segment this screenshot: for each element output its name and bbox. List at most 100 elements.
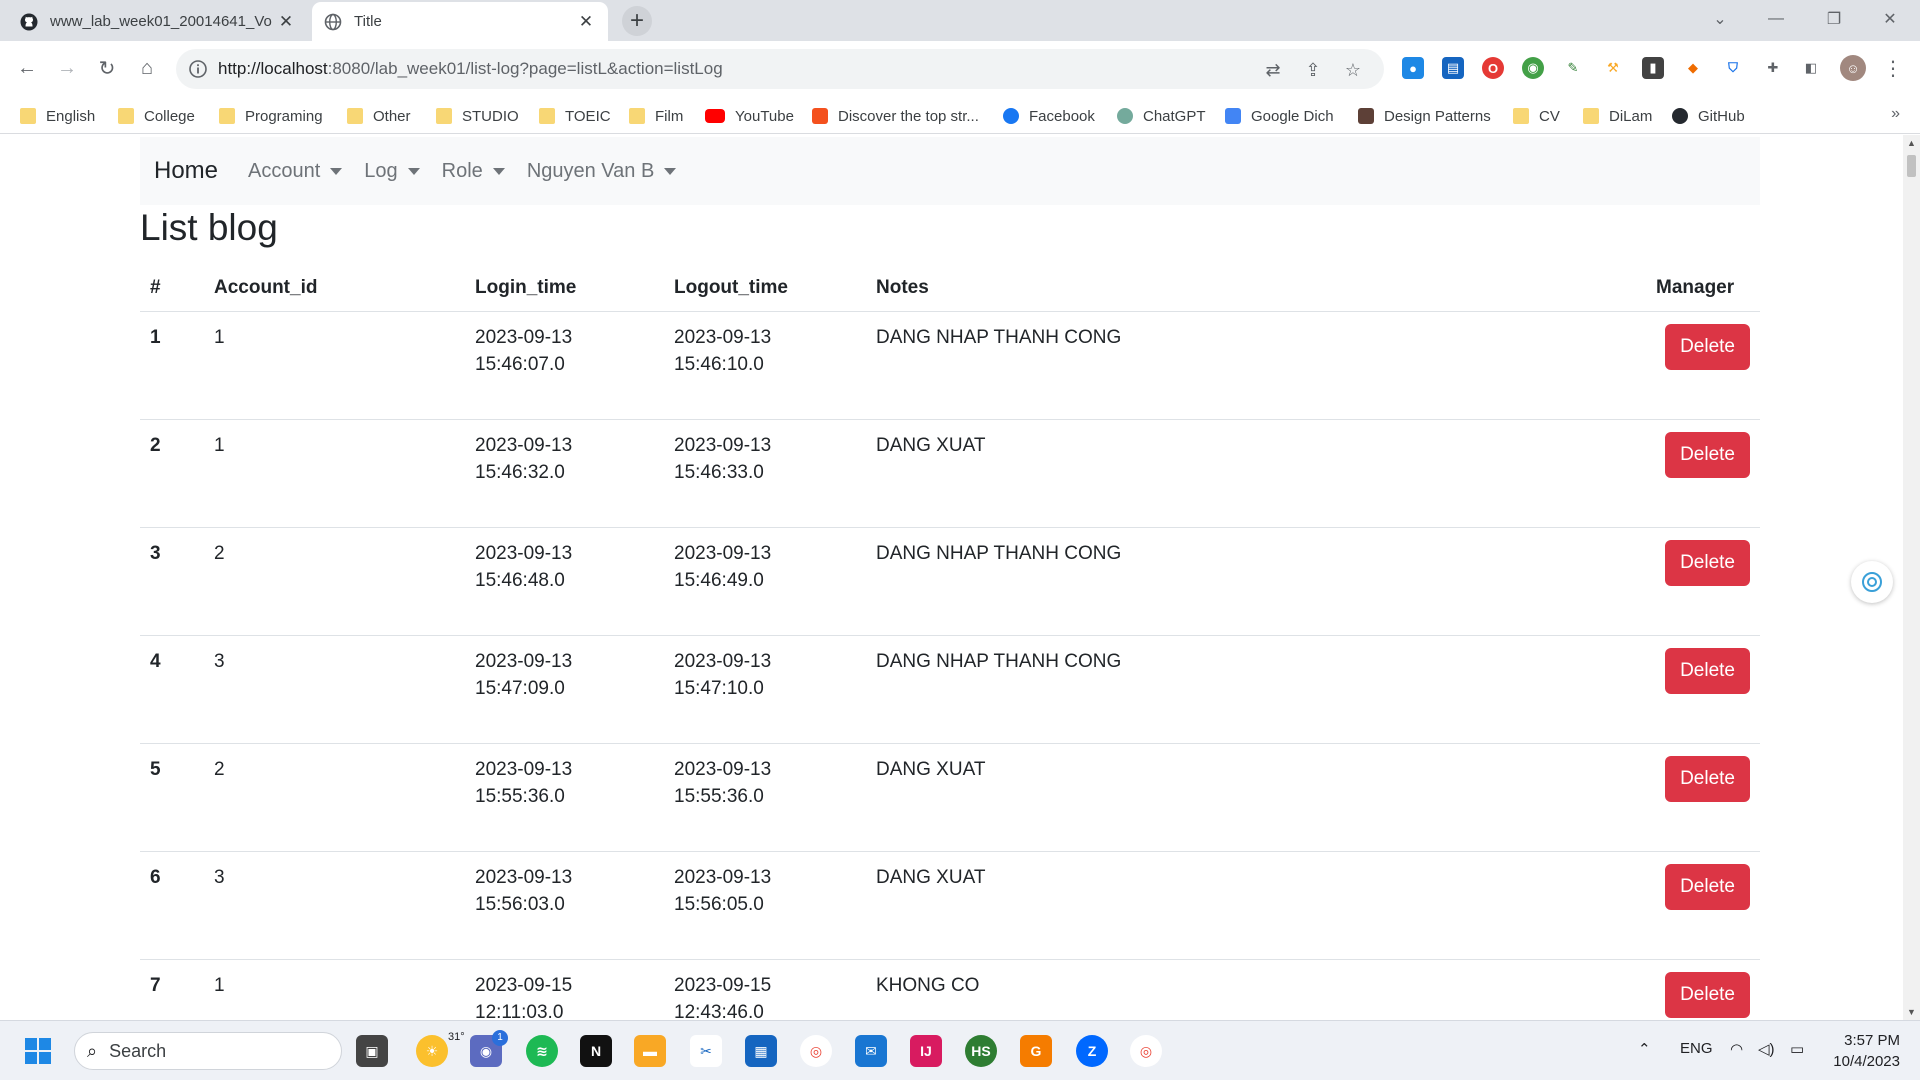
battery-icon[interactable]: ▭ (1790, 1040, 1804, 1058)
close-tab-icon[interactable]: ✕ (576, 12, 596, 32)
forward-icon[interactable]: → (50, 51, 84, 85)
translate-icon[interactable]: ⇄ (1262, 59, 1284, 81)
scrollbar-thumb[interactable] (1907, 155, 1916, 177)
cell-logout-time-value: 15:47:10.0 (674, 677, 764, 699)
zalo-icon[interactable]: Z (1076, 1035, 1108, 1067)
mail-icon[interactable]: ✉ (855, 1035, 887, 1067)
cell-notes: DANG XUAT (866, 851, 1646, 960)
browser-tab-github[interactable]: www_lab_week01_20014641_Vo ✕ (8, 2, 308, 41)
bookmark-design-patterns[interactable]: Design Patterns (1358, 105, 1491, 127)
browser-tab-title[interactable]: Title ✕ (312, 2, 608, 41)
navbar-brand-home[interactable]: Home (154, 157, 218, 185)
bookmarks-bar: English College Programing Other STUDIO … (0, 97, 1920, 134)
delete-button[interactable]: Delete (1665, 431, 1750, 478)
bookmark-programing[interactable]: Programing (219, 105, 323, 127)
bookmark-dilam[interactable]: DiLam (1583, 105, 1652, 127)
tab-search-icon[interactable]: ⌄ (1692, 0, 1748, 38)
delete-button[interactable]: Delete (1665, 647, 1750, 694)
profile-avatar[interactable]: ☺ (1840, 55, 1866, 81)
bookmark-english[interactable]: English (20, 105, 95, 127)
tab-title: Title (354, 13, 382, 30)
bookmark-google-dich[interactable]: Google Dich (1225, 105, 1334, 127)
minimize-icon[interactable]: — (1748, 0, 1804, 38)
hs-app-icon[interactable]: HS (965, 1035, 997, 1067)
bookmark-chatgpt[interactable]: ChatGPT (1117, 105, 1206, 127)
bookmark-college[interactable]: College (118, 105, 195, 127)
shield-icon[interactable]: ⛉ (1722, 57, 1744, 79)
volume-icon[interactable]: ◁) (1758, 1040, 1775, 1058)
address-bar[interactable]: http://localhost:8080/lab_week01/list-lo… (176, 49, 1384, 89)
bookmark-studio[interactable]: STUDIO (436, 105, 519, 127)
reload-icon[interactable]: ↻ (90, 51, 124, 85)
metamask-icon[interactable]: ◆ (1682, 57, 1704, 79)
system-clock[interactable]: 3:57 PM 10/4/2023 (1833, 1030, 1900, 1072)
cell-login-time: 2023-09-13 15:55:36.0 (465, 743, 664, 852)
chatgpt-assistant-icon[interactable] (1851, 561, 1893, 603)
microsoft-store-icon[interactable]: ▦ (745, 1035, 777, 1067)
chrome-icon[interactable]: ◎ (800, 1035, 832, 1067)
weather-icon[interactable]: ☀ (416, 1035, 448, 1067)
windows-start-icon[interactable] (22, 1035, 54, 1067)
show-hidden-icons-icon[interactable]: ⌃ (1638, 1040, 1651, 1058)
home-icon[interactable]: ⌂ (130, 51, 164, 85)
cell-manager: Delete (1646, 527, 1760, 636)
bookmark-facebook[interactable]: Facebook (1003, 105, 1095, 127)
nav-dropdown-role[interactable]: Role (442, 160, 505, 183)
bookmark-github[interactable]: GitHub (1672, 105, 1745, 127)
bookmark-film[interactable]: Film (629, 105, 683, 127)
table-row: 2 1 2023-09-13 15:46:32.0 2023-09-13 15:46:33… (140, 419, 1760, 528)
cell-account-id-value: 1 (214, 434, 225, 456)
extension-drop-icon[interactable]: ● (1402, 57, 1424, 79)
scroll-up-icon[interactable]: ▲ (1903, 135, 1920, 151)
extensions-puzzle-icon[interactable]: ✚ (1762, 57, 1784, 79)
browser-menu-icon[interactable]: ⋮ (1876, 51, 1910, 85)
back-icon[interactable]: ← (10, 51, 44, 85)
close-tab-icon[interactable]: ✕ (276, 12, 296, 32)
restore-icon[interactable]: ❐ (1806, 0, 1862, 38)
extension-tools-icon[interactable]: ⚒ (1602, 57, 1624, 79)
delete-button[interactable]: Delete (1665, 539, 1750, 586)
nav-dropdown-log[interactable]: Log (364, 160, 420, 183)
bookmark-cv[interactable]: CV (1513, 105, 1560, 127)
delete-button[interactable]: Delete (1665, 755, 1750, 802)
extension-opera-icon[interactable]: O (1482, 57, 1504, 79)
intellij-icon[interactable]: IJ (910, 1035, 942, 1067)
more-bookmarks-icon[interactable]: » (1891, 105, 1900, 123)
task-view-icon[interactable]: ▣ (356, 1035, 388, 1067)
chrome-icon[interactable]: ◎ (1130, 1035, 1162, 1067)
extension-pen-icon[interactable]: ✎ (1562, 57, 1584, 79)
wifi-icon[interactable]: ◠ (1730, 1040, 1743, 1058)
close-window-icon[interactable]: ✕ (1862, 0, 1918, 38)
cell-logout-time-value: 2023-09-13 (674, 542, 772, 564)
page-scrollbar[interactable]: ▲ ▼ (1903, 135, 1920, 1020)
bookmark-youtube[interactable]: YouTube (705, 105, 794, 127)
soundcloud-icon (812, 108, 828, 124)
bookmark-other[interactable]: Other (347, 105, 411, 127)
delete-button[interactable]: Delete (1665, 971, 1750, 1018)
bookmark-discover[interactable]: Discover the top str... (812, 105, 979, 127)
delete-button[interactable]: Delete (1665, 863, 1750, 910)
nav-dropdown-user[interactable]: Nguyen Van B (527, 160, 677, 183)
bookmark-toeic[interactable]: TOEIC (539, 105, 611, 127)
input-language[interactable]: ENG (1680, 1040, 1713, 1057)
delete-button[interactable]: Delete (1665, 323, 1750, 370)
cell-index-value: 3 (150, 542, 161, 564)
file-explorer-icon[interactable]: ▬ (634, 1035, 666, 1067)
cell-logout-time-value: 15:46:10.0 (674, 353, 764, 375)
taskbar-search-box[interactable]: ⌕ Search (74, 1032, 342, 1070)
share-icon[interactable]: ⇪ (1302, 59, 1324, 81)
pdf-app-icon[interactable]: G (1020, 1035, 1052, 1067)
extension-dark-icon[interactable]: ▮ (1642, 57, 1664, 79)
nav-dropdown-account[interactable]: Account (248, 160, 343, 183)
extension-green-icon[interactable]: ◉ (1522, 57, 1544, 79)
bookmark-star-icon[interactable]: ☆ (1342, 59, 1364, 81)
notion-icon[interactable]: N (580, 1035, 612, 1067)
scroll-down-icon[interactable]: ▼ (1903, 1004, 1920, 1020)
site-info-icon[interactable] (188, 59, 208, 79)
new-tab-button[interactable]: + (622, 6, 652, 36)
spotify-icon[interactable]: ≋ (526, 1035, 558, 1067)
snipping-tool-icon[interactable]: ✂ (690, 1035, 722, 1067)
side-panel-icon[interactable]: ◧ (1800, 57, 1822, 79)
cell-login-time-value: 2023-09-13 (475, 542, 573, 564)
extension-save-icon[interactable]: ▤ (1442, 57, 1464, 79)
